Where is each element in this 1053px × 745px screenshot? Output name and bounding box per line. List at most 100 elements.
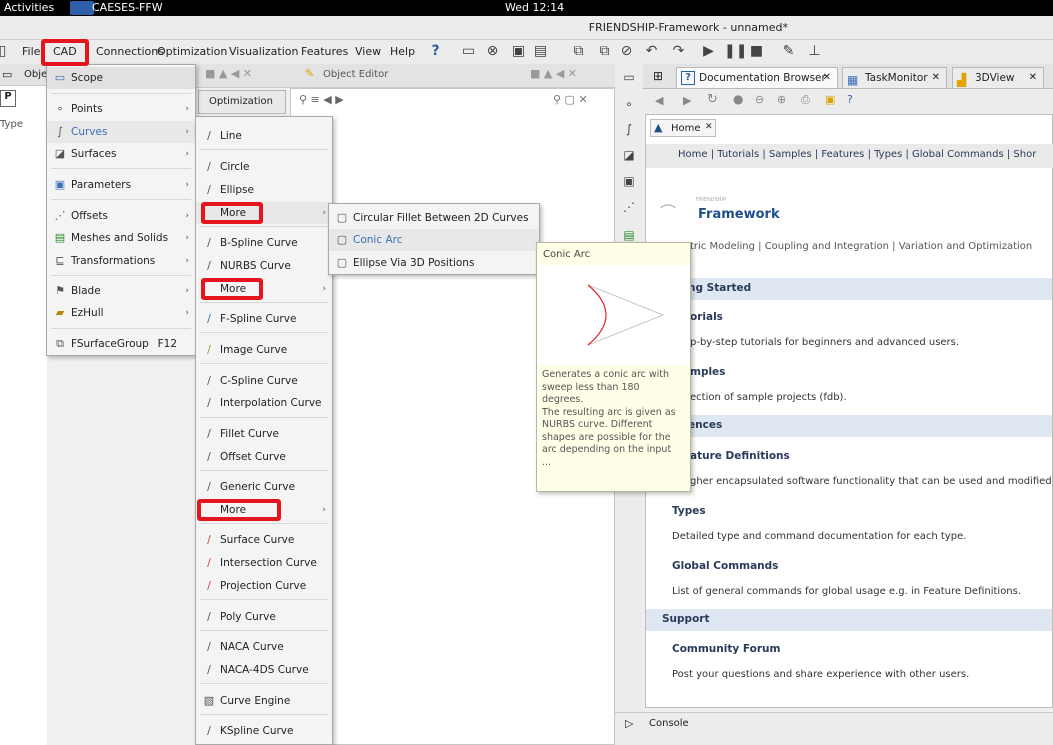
more-menu-ellipse-3d[interactable]: ▢ Ellipse Via 3D Positions [329,252,539,274]
cad-menu-parameters[interactable]: ▣ Parameters › [47,174,195,196]
cad-menu-fsurfacegroup[interactable]: ⧉ FSurfaceGroup F12 [47,333,195,355]
curves-menu-nurbs[interactable]: ∕ NURBS Curve [196,255,332,277]
cad-menu-surfaces[interactable]: ◪ Surfaces › [47,143,195,165]
zoom-out-icon[interactable]: ⊖ [755,93,764,106]
stop-square-icon[interactable]: ■ [748,43,765,60]
curves-menu-surface-curve[interactable]: ∕ Surface Curve [196,529,332,551]
doc-nav-links[interactable]: Home | Tutorials | Samples | Features | … [678,149,1036,160]
curves-menu-image[interactable]: ∕ Image Curve [196,339,332,361]
forward-icon[interactable]: ▶ [683,94,691,107]
curves-menu-naca-4ds[interactable]: ∕ NACA-4DS Curve [196,659,332,681]
cad-menu-blade[interactable]: ⚑ Blade › [47,280,195,302]
tab-strip-window-icon[interactable]: ⊞ [653,69,663,83]
tab-optimization[interactable]: Optimization [198,90,286,114]
link-types[interactable]: Types [672,505,706,517]
save-as-icon[interactable]: ▤ [532,43,549,60]
menu-features[interactable]: Features [301,45,348,58]
cad-menu-scope[interactable]: ▭ Scope [47,67,195,89]
menu-file[interactable]: File [22,45,40,58]
curves-menu-interpolation[interactable]: ∕ Interpolation Curve [196,392,332,414]
new-file-icon[interactable]: ▯ [0,43,11,60]
save-doc-icon[interactable]: ▣ [825,93,835,106]
paste-icon[interactable]: ⧉ [596,43,613,60]
window-icon[interactable]: ▭ [460,43,477,60]
play-icon[interactable]: ▶ [700,43,717,60]
tab-taskmonitor[interactable]: ▦ TaskMonitor ✕ [842,67,947,88]
cad-menu-transformations[interactable]: ⊑ Transformations › [47,250,195,272]
link-samples[interactable]: mples [690,366,725,378]
curves-menu-intersection[interactable]: ∕ Intersection Curve [196,552,332,574]
cad-menu-ezhull[interactable]: ▰ EzHull › [47,302,195,324]
curves-menu-curve-engine[interactable]: ▧ Curve Engine [196,690,332,712]
curves-menu-fspline[interactable]: ∕ F-Spline Curve [196,308,332,330]
curves-menu-naca[interactable]: ∕ NACA Curve [196,636,332,658]
close-icon[interactable]: ✕ [823,68,831,88]
help-doc-icon[interactable]: ? [847,93,853,106]
activities-button[interactable]: Activities [4,1,54,14]
sidebar-curve-icon[interactable]: ∫ [622,122,636,136]
sidebar-point-icon[interactable]: ∘ [622,97,636,111]
cad-menu-points[interactable]: ∘ Points › [47,98,195,120]
link-community-forum[interactable]: Community Forum [672,643,780,655]
curves-menu-line[interactable]: ∕ Line [196,125,332,147]
console-label: Console [649,718,689,729]
close-icon[interactable]: ✕ [1029,68,1037,88]
tutorials-desc: p-by-step tutorials for beginners and ad… [690,337,960,348]
copy-icon[interactable]: ⧉ [570,43,587,60]
sidebar-window-icon[interactable]: ▭ [622,70,636,84]
console-bar[interactable]: ▷ Console [615,712,1053,745]
sidebar-parameter-icon[interactable]: ▣ [622,174,636,188]
app-name[interactable]: CAESES-FFW [92,1,163,14]
menu-help[interactable]: Help [390,45,415,58]
sidebar-surface-icon[interactable]: ◪ [622,148,636,162]
tab-3dview[interactable]: ▟ 3DView ✕ [952,67,1044,88]
link-global-commands[interactable]: Global Commands [672,560,778,572]
undo-icon[interactable]: ↶ [643,43,660,60]
menu-view[interactable]: View [355,45,381,58]
curves-menu-generic[interactable]: ∕ Generic Curve [196,476,332,498]
cad-menu-offsets[interactable]: ⋰ Offsets › [47,205,195,227]
sidebar-offset-icon[interactable]: ⋰ [622,200,636,214]
link-feature-definitions[interactable]: ature Definitions [690,450,790,462]
help-icon[interactable]: ? [427,43,444,60]
curves-menu-projection[interactable]: ∕ Projection Curve [196,575,332,597]
home-icon[interactable]: ● [733,92,743,106]
save-icon[interactable]: ▣ [510,43,527,60]
curves-menu-fillet[interactable]: ∕ Fillet Curve [196,423,332,445]
stop-icon[interactable]: ⊘ [618,43,635,60]
ruler-icon[interactable]: ⊥ [806,43,823,60]
curves-menu-poly[interactable]: ∕ Poly Curve [196,606,332,628]
pause-icon[interactable]: ❚❚ [724,43,747,60]
curves-menu-cspline[interactable]: ∕ C-Spline Curve [196,370,332,392]
link-tutorials[interactable]: orials [690,311,723,323]
close-circle-icon[interactable]: ⊗ [484,43,501,60]
editor-toolbar-icons[interactable]: ⚲ ≡ ◀ ▶ [299,93,344,106]
object-editor-controls[interactable]: ■ ▲ ◀ ✕ [530,67,577,80]
back-icon[interactable]: ◀ [655,94,663,107]
menu-optimization[interactable]: Optimization [157,45,227,58]
curves-menu-ellipse[interactable]: ∕ Ellipse [196,179,332,201]
cad-menu-curves[interactable]: ∫ Curves › [47,121,195,143]
zoom-in-icon[interactable]: ⊕ [777,93,786,106]
editor-search-icon[interactable]: ⚲ ▢ ✕ [553,93,588,106]
tab-home[interactable]: ▲ Home ✕ [650,119,716,137]
print-icon[interactable]: ⎙ [801,93,810,107]
close-icon[interactable]: ✕ [705,122,713,132]
curves-menu-offset[interactable]: ∕ Offset Curve [196,446,332,468]
tab-documentation-browser[interactable]: ? Documentation Browser ✕ [676,67,838,88]
more-menu-conic-arc[interactable]: ▢ Conic Arc [329,229,539,251]
reload-icon[interactable]: ↻ [707,92,718,107]
menu-connections[interactable]: Connections [96,45,164,58]
parameter-p-button[interactable]: P [0,90,16,107]
curves-menu-kspline[interactable]: ∕ KSpline Curve [196,720,332,742]
sidebar-mesh-icon[interactable]: ▤ [622,228,636,242]
menu-visualization[interactable]: Visualization [229,45,298,58]
more-menu-circular-fillet[interactable]: ▢ Circular Fillet Between 2D Curves [329,207,539,229]
clock[interactable]: Wed 12:14 [505,1,564,14]
close-icon[interactable]: ✕ [932,68,940,88]
edit-icon[interactable]: ✎ [780,43,797,60]
cad-menu-meshes-solids[interactable]: ▤ Meshes and Solids › [47,227,195,249]
curves-menu-bspline[interactable]: ∕ B-Spline Curve [196,232,332,254]
redo-icon[interactable]: ↷ [670,43,687,60]
curves-menu-circle[interactable]: ∕ Circle [196,156,332,178]
